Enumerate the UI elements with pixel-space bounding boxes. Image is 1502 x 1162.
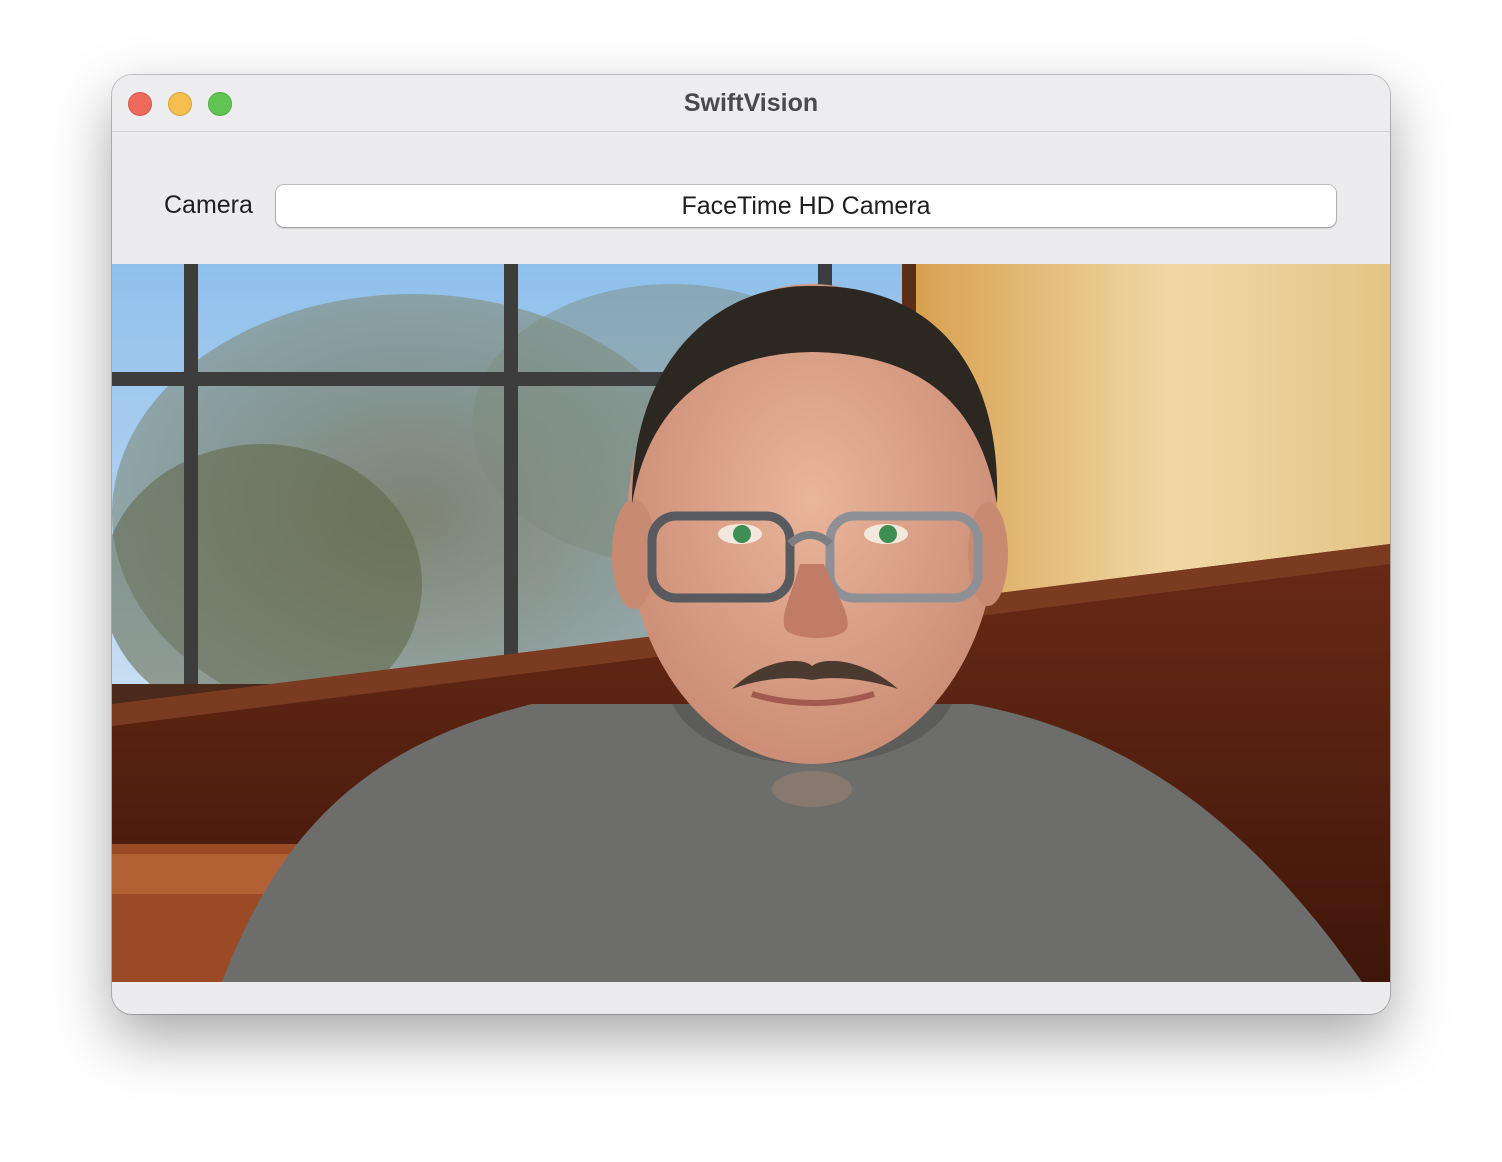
title-bar[interactable]: SwiftVision (112, 75, 1390, 132)
camera-label: Camera (164, 191, 253, 219)
camera-select[interactable]: FaceTime HD Camera (276, 185, 1336, 227)
window-title: SwiftVision (683, 89, 819, 117)
app-window: SwiftVision Camera FaceTime HD Camera (112, 75, 1390, 1014)
video-frame-image (112, 264, 1390, 982)
camera-video-feed (112, 264, 1390, 982)
